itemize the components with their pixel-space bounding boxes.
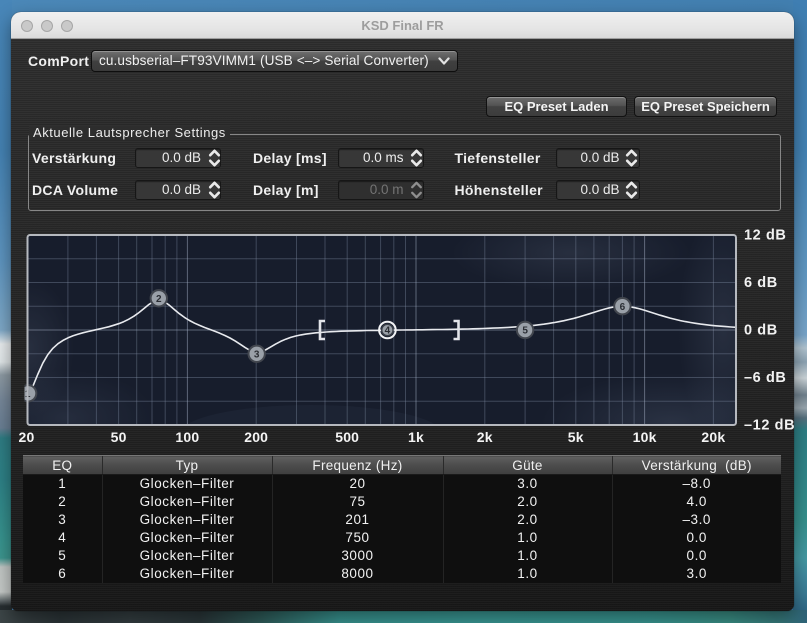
svg-text:2: 2: [156, 294, 162, 305]
svg-text:6: 6: [620, 302, 626, 313]
svg-text:20: 20: [19, 429, 35, 445]
svg-text:3: 3: [254, 349, 260, 360]
svg-text:4: 4: [385, 326, 391, 337]
svg-text:12 dB: 12 dB: [744, 228, 787, 244]
svg-text:0 dB: 0 dB: [744, 323, 778, 339]
svg-text:1k: 1k: [408, 429, 424, 445]
svg-text:5k: 5k: [568, 429, 584, 445]
svg-text:50: 50: [111, 429, 127, 445]
svg-text:6 dB: 6 dB: [744, 275, 778, 291]
svg-text:500: 500: [335, 429, 359, 445]
svg-text:100: 100: [175, 429, 199, 445]
svg-text:2k: 2k: [477, 429, 493, 445]
svg-text:5: 5: [522, 326, 528, 337]
svg-text:–6 dB: –6 dB: [744, 370, 787, 386]
svg-text:200: 200: [244, 429, 268, 445]
svg-text:20k: 20k: [701, 429, 725, 445]
svg-text:–12 dB: –12 dB: [744, 418, 794, 434]
svg-text:10k: 10k: [633, 429, 657, 445]
